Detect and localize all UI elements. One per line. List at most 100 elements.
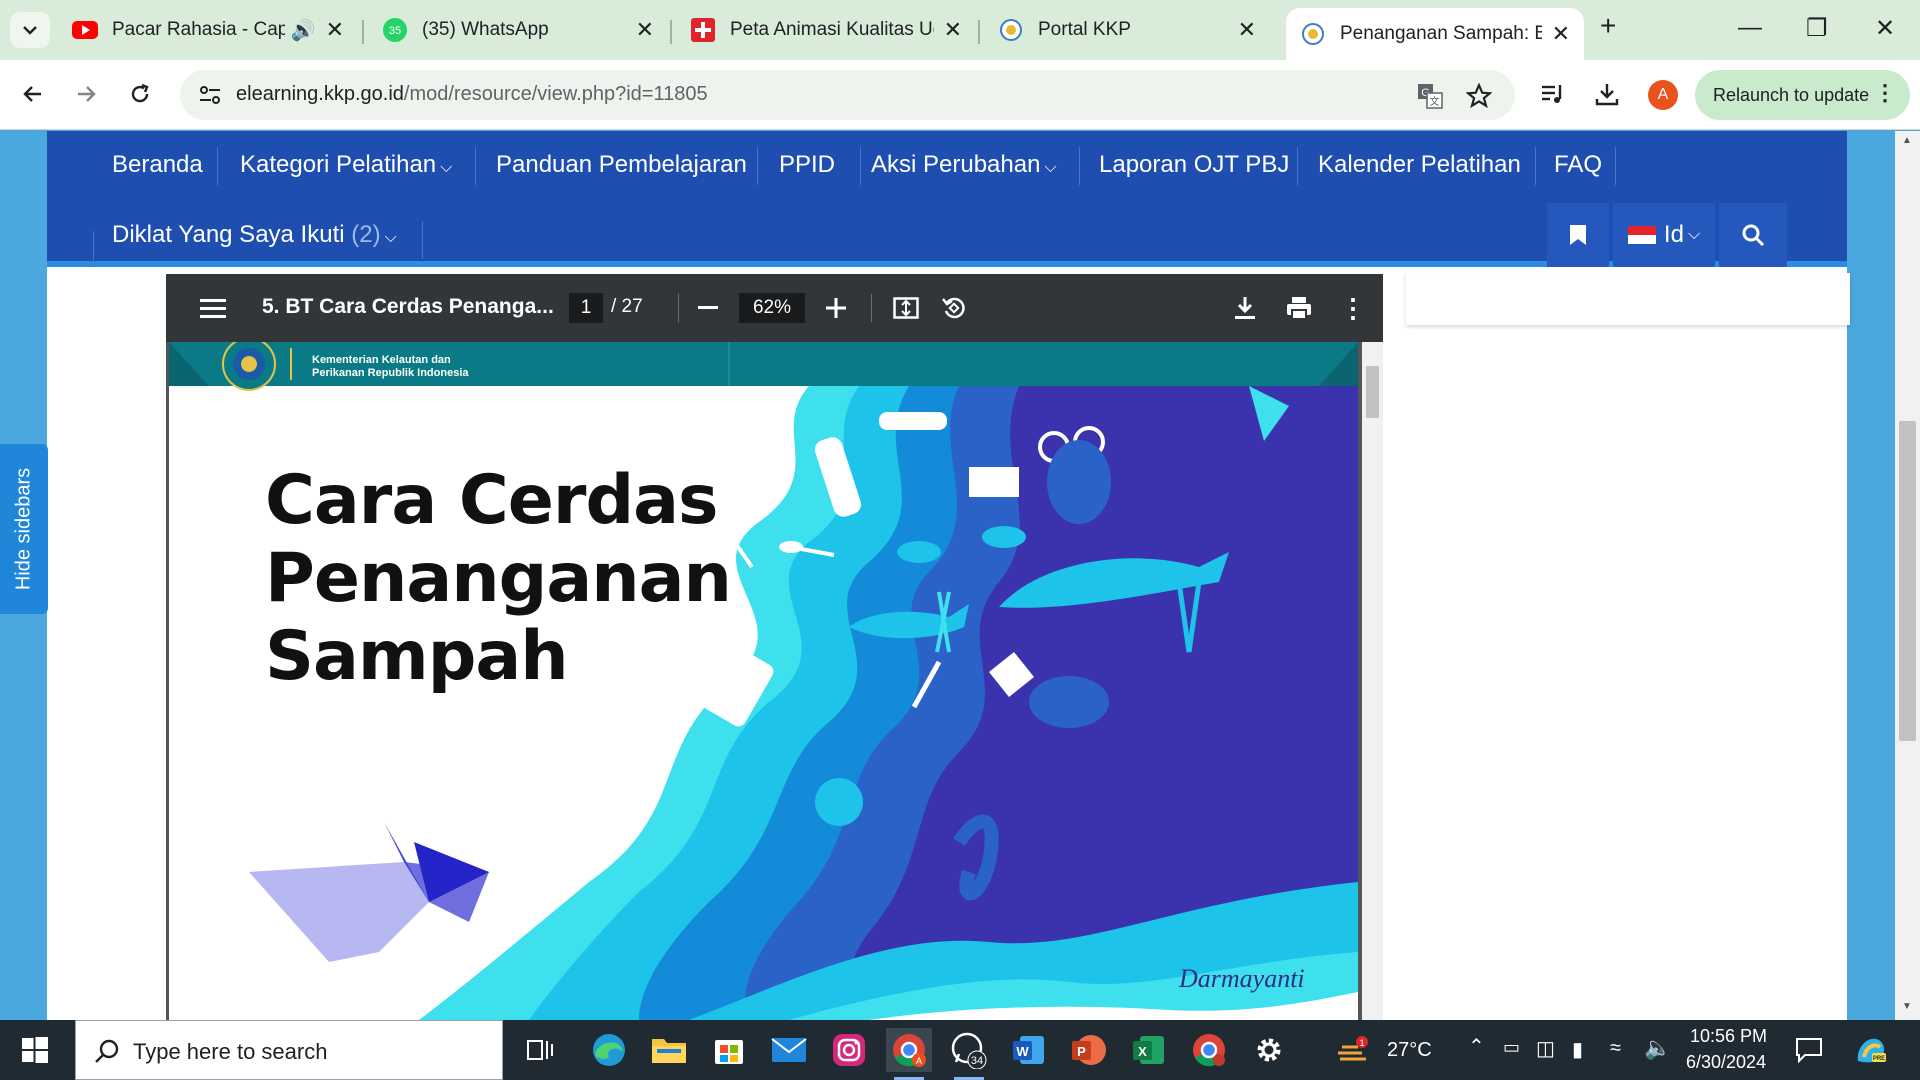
chevron-up-icon[interactable]: ⌃ (1468, 1034, 1485, 1059)
clock-time[interactable]: 10:56 PM (1690, 1026, 1767, 1047)
download-icon[interactable] (1228, 291, 1262, 325)
pdf-scrollbar-thumb[interactable] (1366, 366, 1379, 418)
arrow-left-icon (23, 86, 41, 102)
site-search-button[interactable] (1719, 203, 1787, 267)
nav-beranda[interactable]: Beranda (112, 151, 203, 179)
edge-icon[interactable] (586, 1028, 632, 1072)
close-tab-icon[interactable]: ✕ (1552, 21, 1570, 47)
kkp-icon (1300, 21, 1326, 47)
page-scrollbar[interactable]: ▲ ▼ (1895, 131, 1920, 1020)
rotate-icon[interactable] (937, 291, 971, 325)
word-icon[interactable]: W (1006, 1028, 1052, 1072)
settings-gear-icon[interactable] (1246, 1028, 1292, 1072)
tab-whatsapp[interactable]: 35 (35) WhatsApp ✕ (368, 8, 668, 52)
nav-ppid[interactable]: PPID (779, 151, 835, 179)
more-vert-icon[interactable]: ⋮ (1874, 80, 1896, 106)
taskbar-search[interactable]: Type here to search (75, 1020, 503, 1080)
reload-button[interactable] (120, 74, 160, 114)
hide-sidebars-button[interactable]: Hide sidebars (0, 444, 48, 614)
wifi-icon[interactable]: ≈ (1610, 1037, 1621, 1060)
display-icon[interactable]: ◫ (1536, 1036, 1555, 1061)
site-info-icon[interactable] (198, 84, 222, 106)
nav-label: Kategori Pelatihan (240, 151, 437, 178)
mail-icon[interactable] (766, 1028, 812, 1072)
relaunch-button[interactable]: Relaunch to update ⋮ (1695, 70, 1910, 120)
weather-temp[interactable]: 27°C (1387, 1039, 1432, 1062)
nav-divider (475, 147, 476, 185)
volume-icon[interactable]: 🔈 (1644, 1035, 1671, 1061)
tab-peta-animasi[interactable]: Peta Animasi Kualitas Ud ✕ (676, 8, 976, 52)
excel-icon[interactable]: X (1126, 1028, 1172, 1072)
chrome-profile-icon[interactable] (1186, 1028, 1232, 1072)
tab-search-button[interactable] (10, 12, 50, 48)
site-navbar: Beranda Kategori Pelatihan ⌵ Panduan Pemb… (47, 131, 1847, 267)
zoom-in-icon[interactable] (819, 291, 853, 325)
menu-icon[interactable] (196, 291, 230, 325)
nav-divider (860, 147, 861, 185)
close-tab-icon[interactable]: ✕ (636, 17, 654, 43)
copilot-icon[interactable]: PRE (1848, 1028, 1894, 1072)
scroll-down-arrow-icon[interactable]: ▼ (1902, 1001, 1912, 1012)
nav-aksi-perubahan[interactable]: Aksi Perubahan ⌵ (871, 151, 1057, 179)
nav-diklat-yang-saya-ikuti[interactable]: Diklat Yang Saya Ikuti (2) ⌵ (112, 221, 397, 249)
svg-text:P: P (1077, 1044, 1086, 1059)
tab-youtube[interactable]: Pacar Rahasia - Cappu 🔊 ✕ (58, 8, 358, 52)
battery-icon[interactable]: ▮ (1572, 1037, 1583, 1062)
nav-panduan-pembelajaran[interactable]: Panduan Pembelajaran (496, 151, 747, 179)
forward-button[interactable] (66, 74, 106, 114)
close-window-icon[interactable]: ✕ (1875, 14, 1895, 43)
microsoft-store-icon[interactable] (706, 1028, 752, 1072)
profile-avatar[interactable]: A (1648, 80, 1678, 110)
bookmark-star-icon[interactable] (1466, 83, 1492, 109)
browser-toolbar: elearning.kkp.go.id/mod/resource/view.ph… (0, 60, 1920, 130)
url-path: /mod/resource/view.php?id=11805 (403, 83, 708, 105)
file-explorer-icon[interactable] (646, 1028, 692, 1072)
fit-page-icon[interactable] (889, 291, 923, 325)
back-button[interactable] (13, 74, 53, 114)
pdf-scrollbar[interactable] (1362, 342, 1383, 1020)
weather-icon[interactable]: 1 (1330, 1028, 1376, 1072)
nav-kalender-pelatihan[interactable]: Kalender Pelatihan (1318, 151, 1521, 179)
pdf-zoom-input[interactable]: 62% (739, 293, 805, 323)
nav-faq[interactable]: FAQ (1554, 151, 1602, 179)
powerpoint-icon[interactable]: P (1066, 1028, 1112, 1072)
restore-icon[interactable]: ❐ (1806, 14, 1828, 43)
nav-kategori-pelatihan[interactable]: Kategori Pelatihan ⌵ (240, 151, 452, 179)
downloads-button[interactable] (1587, 74, 1627, 114)
close-tab-icon[interactable]: ✕ (326, 17, 344, 43)
pdf-page-input[interactable]: 1 (569, 293, 603, 323)
tab-title: Portal KKP (1038, 19, 1131, 40)
print-icon[interactable] (1282, 291, 1316, 325)
task-view-icon[interactable] (517, 1028, 563, 1072)
address-bar[interactable]: elearning.kkp.go.id/mod/resource/view.ph… (180, 70, 1515, 120)
kkp-icon (998, 17, 1024, 43)
more-vert-icon[interactable]: ⋮ (1336, 291, 1370, 325)
media-controls-button[interactable] (1533, 74, 1573, 114)
windows-start-icon[interactable] (12, 1028, 58, 1072)
page-scrollbar-thumb[interactable] (1899, 421, 1916, 741)
scroll-up-arrow-icon[interactable]: ▲ (1902, 135, 1912, 146)
notification-icon[interactable] (1786, 1028, 1832, 1072)
queue-music-icon (1542, 85, 1562, 103)
close-tab-icon[interactable]: ✕ (944, 17, 962, 43)
minimize-icon[interactable]: — (1738, 14, 1762, 42)
speaker-icon[interactable]: 🔊 (291, 18, 316, 43)
meet-now-icon[interactable]: ▭ (1503, 1037, 1520, 1058)
translate-icon[interactable]: G文 (1417, 83, 1443, 109)
close-tab-icon[interactable]: ✕ (1238, 17, 1256, 43)
nav-laporan-ojt-pbj[interactable]: Laporan OJT PBJ (1099, 151, 1289, 179)
slide-title-line-3: Sampah (265, 617, 569, 696)
whatsapp-taskbar-icon[interactable]: 34 (946, 1028, 992, 1080)
chevron-down-icon (23, 26, 37, 35)
tab-portal-kkp[interactable]: Portal KKP ✕ (984, 8, 1270, 52)
tab-penanganan-sampah[interactable]: Penanganan Sampah: Bal ✕ (1286, 8, 1584, 60)
bookmark-button[interactable] (1547, 203, 1609, 267)
pdf-title: 5. BT Cara Cerdas Penanga... (262, 295, 554, 318)
instagram-icon[interactable] (826, 1028, 872, 1072)
chrome-icon[interactable]: A (886, 1028, 932, 1080)
clock-date[interactable]: 6/30/2024 (1686, 1052, 1766, 1073)
language-selector[interactable]: Id ⌵ (1613, 203, 1715, 267)
slide-title-line-2: Penanganan (265, 539, 732, 618)
zoom-out-icon[interactable] (691, 291, 725, 325)
new-tab-button[interactable]: + (1600, 10, 1616, 42)
